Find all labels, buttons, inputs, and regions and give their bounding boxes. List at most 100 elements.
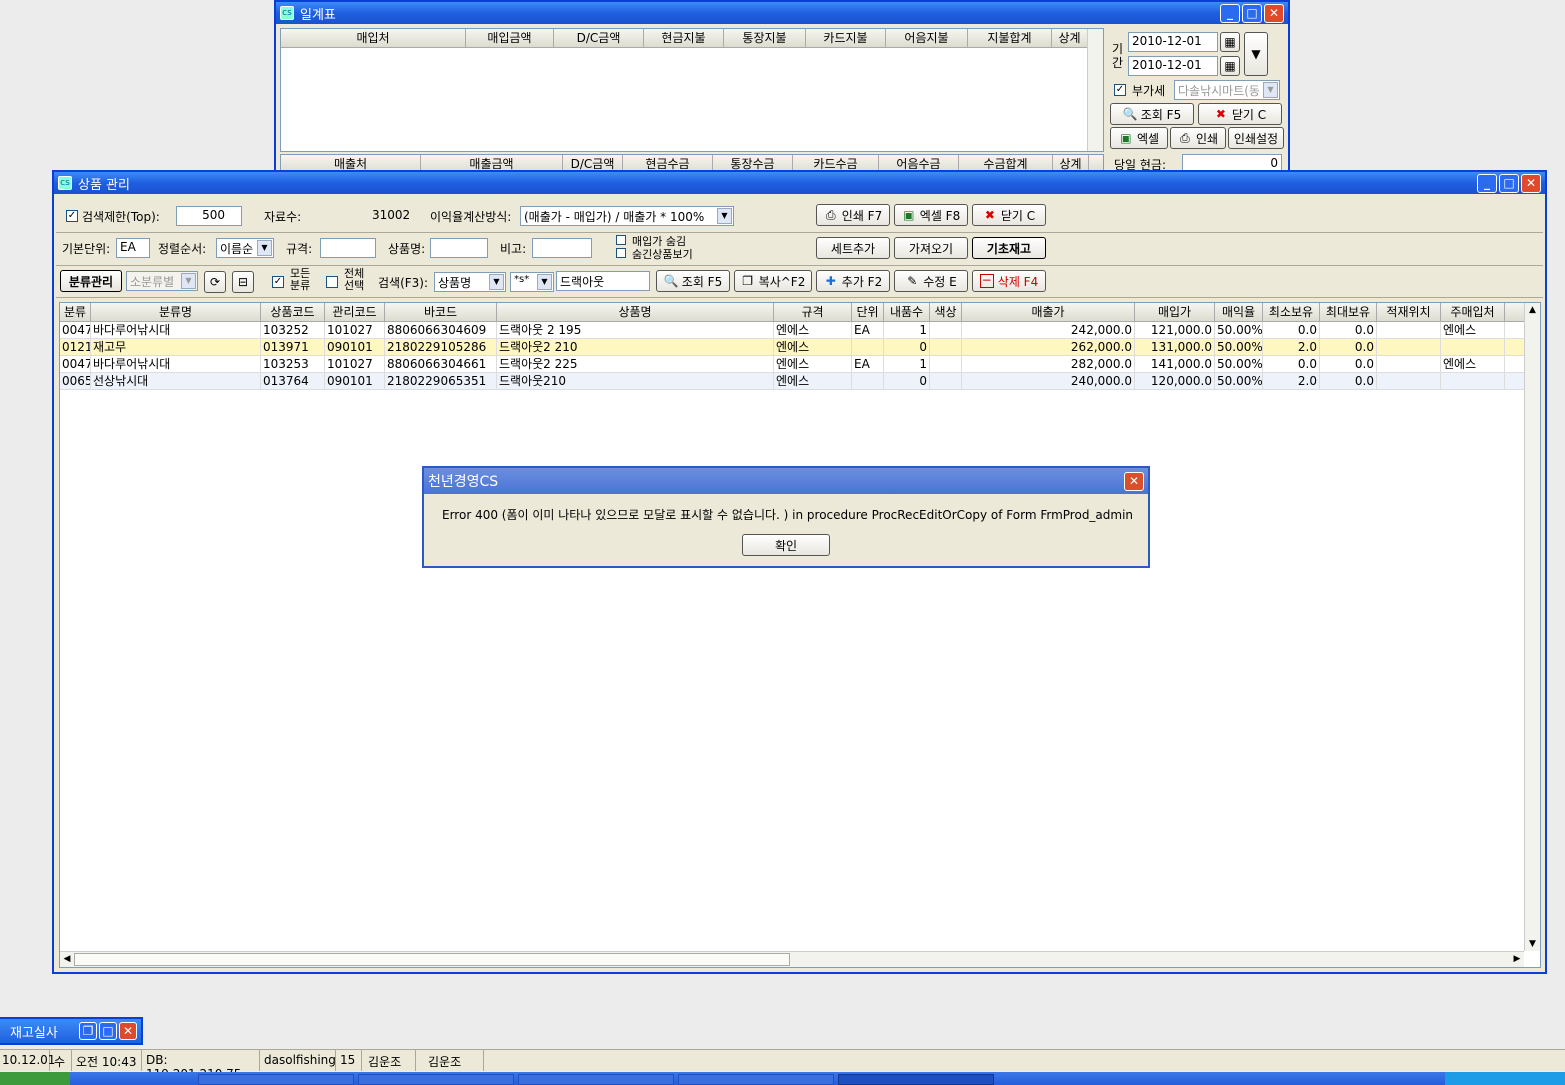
purchase-grid[interactable]: 매입처 매입금액 D/C금액 현금지불 통장지불 카드지불 어음지불 지불합계 … <box>280 28 1104 152</box>
note-input[interactable] <box>532 238 592 258</box>
import-button[interactable]: 가져오기 <box>894 237 968 259</box>
period-dropdown-button[interactable]: ▼ <box>1244 32 1268 76</box>
minimize-icon[interactable]: _ <box>1220 3 1240 23</box>
table-row[interactable]: 0065 선상낚시대 013764 090101 2180229065351 드랙아웃21… <box>60 373 1540 390</box>
hide-purchase-price-checkbox[interactable] <box>616 235 626 245</box>
product-close-button[interactable]: ✖ 닫기 C <box>972 204 1046 226</box>
restore-icon[interactable]: ❐ <box>79 1022 97 1040</box>
spec-input[interactable] <box>320 238 376 258</box>
daily-excel-button[interactable]: ▣ 엑셀 <box>1110 127 1168 149</box>
column-header[interactable]: 최소보유 <box>1263 303 1320 321</box>
column-header[interactable]: 최대보유 <box>1320 303 1377 321</box>
product-grid-vscrollbar[interactable]: ▲ ▼ <box>1524 303 1540 951</box>
column-header[interactable]: 매출가 <box>962 303 1135 321</box>
close-icon[interactable]: ✕ <box>119 1022 137 1040</box>
daily-print-button[interactable]: ⎙ 인쇄 <box>1170 127 1226 149</box>
column-header[interactable]: 카드지불 <box>806 29 886 47</box>
product-excel-button[interactable]: ▣ 엑셀 F8 <box>894 204 968 226</box>
print-setup-button[interactable]: 인쇄설정 <box>1228 127 1284 149</box>
column-header[interactable]: 규격 <box>774 303 852 321</box>
set-add-button[interactable]: 세트추가 <box>816 237 890 259</box>
table-row[interactable]: 0047 바다루어낚시대 103252 101027 8806066304609 드랙아웃… <box>60 322 1540 339</box>
column-header[interactable]: 통장지불 <box>724 29 806 47</box>
maximize-icon[interactable]: □ <box>99 1022 117 1040</box>
refresh-button[interactable]: ⟳ <box>204 271 226 293</box>
daily-report-titlebar[interactable]: cs 일계표 _ □ ✕ <box>276 2 1288 24</box>
search-limit-checkbox[interactable]: ✓ <box>66 210 78 222</box>
vat-checkbox[interactable]: ✓ <box>1114 84 1126 96</box>
column-header[interactable]: 매익율 <box>1215 303 1263 321</box>
scroll-right-icon[interactable]: ▶ <box>1510 952 1524 966</box>
column-header[interactable]: 단위 <box>852 303 884 321</box>
taskbar-item[interactable] <box>518 1074 674 1085</box>
column-header[interactable]: 색상 <box>930 303 962 321</box>
collapse-button[interactable]: ⊟ <box>232 271 254 293</box>
close-icon[interactable]: ✕ <box>1264 3 1284 23</box>
column-header[interactable]: 지불합계 <box>968 29 1052 47</box>
store-select[interactable]: 다솔낚시마트(동 ▼ <box>1174 80 1280 100</box>
taskbar-item[interactable] <box>358 1074 514 1085</box>
search-limit-input[interactable]: 500 <box>176 206 242 226</box>
select-all-checkbox[interactable] <box>326 276 338 288</box>
maximize-icon[interactable]: □ <box>1499 173 1519 193</box>
column-header[interactable]: 분류명 <box>91 303 261 321</box>
table-row[interactable]: 0121 재고무 013971 090101 2180229105286 드랙아웃2 21… <box>60 339 1540 356</box>
product-print-button[interactable]: ⎙ 인쇄 F7 <box>816 204 890 226</box>
column-header[interactable]: 매입금액 <box>466 29 554 47</box>
search-input[interactable]: 드랙아웃 <box>556 271 650 291</box>
scroll-down-icon[interactable]: ▼ <box>1525 937 1540 951</box>
column-header[interactable]: 상품코드 <box>261 303 325 321</box>
edit-button[interactable]: ✎ 수정 E <box>894 270 968 292</box>
taskbar-item[interactable] <box>678 1074 834 1085</box>
base-stock-button[interactable]: 기초재고 <box>972 237 1046 259</box>
purchase-grid-scrollbar[interactable] <box>1087 29 1103 151</box>
calendar-from-button[interactable]: ▦ <box>1220 32 1240 52</box>
base-unit-input[interactable]: EA <box>116 238 150 258</box>
minimize-icon[interactable]: _ <box>1477 173 1497 193</box>
column-header[interactable]: 어음지불 <box>886 29 968 47</box>
calendar-to-button[interactable]: ▦ <box>1220 56 1240 76</box>
product-grid[interactable]: 분류 분류명 상품코드 관리코드 바코드 상품명 규격 단위 내품수 색상 매출… <box>59 302 1541 968</box>
column-header[interactable]: 현금지불 <box>644 29 724 47</box>
daily-close-button[interactable]: ✖ 닫기 C <box>1198 103 1282 125</box>
table-row[interactable]: 0047 바다루어낚시대 103253 101027 8806066304661 드랙아웃… <box>60 356 1540 373</box>
match-select[interactable]: *s* ▼ <box>510 272 554 292</box>
column-header[interactable]: 매입가 <box>1135 303 1215 321</box>
column-header[interactable]: 바코드 <box>385 303 497 321</box>
query-button[interactable]: 🔍 조회 F5 <box>656 270 730 292</box>
sub-category-select[interactable]: 소분류별 ▼ <box>126 271 198 291</box>
column-header[interactable]: 분류 <box>60 303 91 321</box>
add-button[interactable]: ✚ 추가 F2 <box>816 270 890 292</box>
delete-button[interactable]: − 삭제 F4 <box>972 270 1046 292</box>
taskbar-item[interactable] <box>838 1074 994 1085</box>
product-window-titlebar[interactable]: cs 상품 관리 _ □ ✕ <box>54 172 1545 194</box>
daily-search-button[interactable]: 🔍 조회 F5 <box>1110 103 1194 125</box>
minimized-stock-window[interactable]: 재고실사 ❐ □ ✕ <box>0 1017 143 1045</box>
sort-select[interactable]: 이름순 ▼ <box>216 238 274 258</box>
column-header[interactable]: 주매입처 <box>1441 303 1505 321</box>
search-field-select[interactable]: 상품명 ▼ <box>434 272 506 292</box>
column-header[interactable]: 상품명 <box>497 303 774 321</box>
column-header[interactable]: D/C금액 <box>554 29 644 47</box>
date-to-input[interactable]: 2010-12-01 <box>1128 56 1218 76</box>
maximize-icon[interactable]: □ <box>1242 3 1262 23</box>
category-manage-button[interactable]: 분류관리 <box>60 270 122 292</box>
column-header[interactable]: 상계 <box>1052 29 1088 47</box>
all-category-checkbox[interactable]: ✓ <box>272 276 284 288</box>
start-button[interactable] <box>0 1072 70 1085</box>
taskbar-item[interactable] <box>198 1074 354 1085</box>
column-header[interactable]: 매입처 <box>281 29 466 47</box>
column-header[interactable]: 적재위치 <box>1377 303 1441 321</box>
scroll-left-icon[interactable]: ◀ <box>60 952 74 966</box>
hscroll-thumb[interactable] <box>74 953 790 966</box>
date-from-input[interactable]: 2010-12-01 <box>1128 32 1218 52</box>
close-icon[interactable]: ✕ <box>1521 173 1541 193</box>
column-header[interactable]: 내품수 <box>884 303 930 321</box>
product-name-input[interactable] <box>430 238 488 258</box>
dialog-titlebar[interactable]: 천년경영CS ✕ <box>424 468 1148 494</box>
scroll-up-icon[interactable]: ▲ <box>1525 303 1540 317</box>
copy-button[interactable]: ❐ 복사^F2 <box>734 270 812 292</box>
product-grid-hscrollbar[interactable]: ◀ ▶ <box>60 951 1524 967</box>
close-icon[interactable]: ✕ <box>1124 471 1144 491</box>
ok-button[interactable]: 확인 <box>742 534 830 556</box>
